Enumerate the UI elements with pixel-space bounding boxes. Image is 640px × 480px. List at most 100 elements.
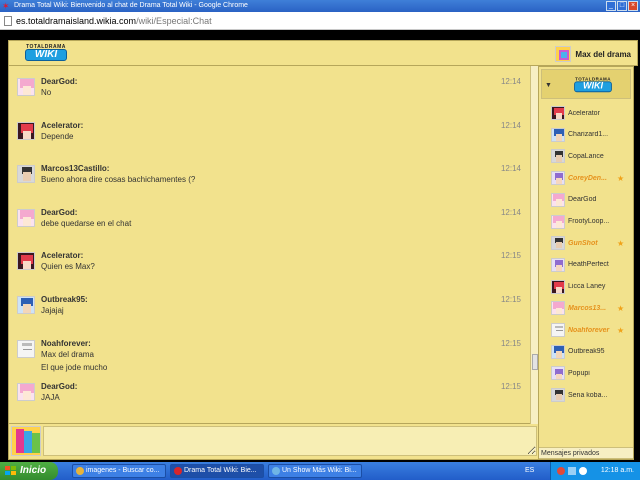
task-app-icon (76, 467, 84, 475)
staff-star-icon: ★ (617, 325, 625, 335)
generic (551, 171, 565, 186)
message-author[interactable]: Noahforever: (41, 339, 91, 348)
task-app-icon (174, 467, 182, 475)
user-name: GunShot (568, 239, 598, 247)
message-author[interactable]: Marcos13Castillo: (41, 164, 109, 173)
message-timestamp: 12:15 (500, 382, 521, 392)
message-timestamp: 12:15 (500, 251, 521, 261)
self-avatar (11, 426, 41, 456)
tray-volume-icon[interactable] (579, 467, 587, 475)
window-controls: _ □ × (606, 1, 638, 11)
sketch-avatar (17, 339, 35, 358)
taskbar-task[interactable]: Un Show Más Wiki: Bi... (268, 464, 362, 478)
user-name: Acelerator (568, 109, 600, 117)
message-text: No (41, 88, 52, 97)
user-list-item[interactable]: Sena koba... (551, 385, 633, 405)
message-text: El que jode mucho (41, 362, 108, 372)
user-name: FrootyLoop... (568, 218, 610, 225)
red-avatar (17, 252, 35, 271)
user-list-item[interactable]: HeathPerfect (551, 255, 633, 275)
current-user-name: Max del drama (575, 49, 631, 59)
red-avatar (551, 106, 565, 120)
message-scrollbar[interactable] (530, 66, 538, 424)
message-author[interactable]: Acelerator: (41, 251, 83, 260)
tray-shield-icon[interactable] (557, 467, 565, 475)
message-text: JAJA (41, 393, 60, 403)
user-list-item[interactable]: Outbreak95 (551, 342, 633, 362)
user-list-item[interactable]: Popupi (551, 363, 633, 383)
task-app-icon (272, 467, 280, 475)
wiki-logo[interactable]: TOTALDRAMA WIKI (19, 44, 73, 62)
windows-logo-icon (5, 466, 16, 476)
chrome-app-icon: ✶ (2, 1, 10, 11)
user-name: Sena koba... (568, 391, 608, 399)
user-name: Marcos13... (568, 304, 607, 312)
chat-header: TOTALDRAMA WIKI Max del drama (8, 40, 638, 66)
user-list-item[interactable]: CopaLance (551, 146, 633, 166)
pink-haired-avatar (551, 214, 565, 229)
chat-message: DearGod: No 12:14 (9, 70, 521, 110)
chat-message: Acelerator: Quien es Max? 12:15 (9, 244, 521, 284)
chat-message: DearGod: JAJA 12:15 (9, 375, 521, 415)
user-name: Charizard1... (568, 131, 609, 139)
chat-message: Marcos13Castillo: Bueno ahora dire cosas … (9, 157, 521, 197)
task-label: imagenes - Buscar co... (86, 467, 160, 474)
user-name: Noahforever (568, 326, 610, 334)
message-timestamp: 12:14 (500, 164, 521, 174)
message-timestamp: 12:15 (500, 338, 521, 348)
sketch-avatar (551, 323, 565, 337)
user-list-item[interactable]: FrootyLoop... (551, 212, 633, 232)
tray-network-icon[interactable] (568, 467, 576, 475)
pink-haired-avatar (17, 208, 35, 227)
user-name: HeathPerfect (568, 261, 609, 269)
user-list-item[interactable]: CoreyDen... ★ (551, 168, 633, 188)
room-header[interactable]: ▼ TOTALDRAMA WIKI (541, 69, 631, 99)
task-label: Drama Total Wiki: Bie... (184, 467, 257, 474)
chat-message: DearGod: debe quedarse en el chat 12:14 (9, 201, 521, 241)
user-list-item[interactable]: Acelerator (551, 103, 633, 123)
collapse-arrow-icon[interactable]: ▼ (545, 82, 552, 89)
message-list[interactable]: DearGod: No 12:14 Acelerator: Depende 12:14 Ma… (8, 66, 530, 424)
user-name: Popupi (568, 369, 590, 377)
message-input[interactable] (43, 426, 537, 456)
message-author[interactable]: DearGod: (41, 382, 77, 391)
user-list-item[interactable]: Licca Laney (551, 277, 633, 297)
user-list-item[interactable]: Charizard1... (551, 125, 633, 145)
message-text: Quien es Max? (41, 262, 95, 272)
message-timestamp: 12:14 (500, 207, 521, 217)
message-timestamp: 12:14 (500, 77, 521, 86)
user-list: ▼ TOTALDRAMA WIKI Mensajes privados Acel… (538, 66, 634, 460)
user-list-item[interactable]: Noahforever ★ (551, 320, 633, 340)
pink-haired-avatar (17, 383, 35, 402)
taskbar: Inicio imagenes - Buscar co... Drama Tota… (0, 462, 640, 480)
private-messages-header: Mensajes privados (539, 447, 633, 459)
user-list-item[interactable]: DearGod (551, 190, 633, 210)
blue-avatar (17, 296, 35, 314)
message-timestamp: 12:14 (500, 120, 521, 130)
pink-haired-avatar (551, 192, 565, 207)
taskbar-task[interactable]: imagenes - Buscar co... (72, 464, 166, 478)
message-author[interactable]: DearGod: (41, 77, 77, 86)
message-author[interactable]: Outbreak95: (41, 295, 88, 304)
message-author[interactable]: Acelerator: (41, 121, 83, 130)
user-list-item[interactable]: Marcos13... ★ (551, 298, 633, 318)
taskbar-task[interactable]: Drama Total Wiki: Bie... (170, 464, 264, 478)
pink-haired-avatar (17, 78, 35, 96)
message-text: debe quedarse en el chat (41, 218, 132, 228)
address-bar[interactable]: es.totaldramaisland.wikia.com/wiki/Espec… (0, 12, 640, 30)
maximize-button[interactable]: □ (617, 1, 627, 11)
message-text: Bueno ahora dire cosas bachichamentes (? (41, 175, 196, 185)
user-list-item[interactable]: GunShot ★ (551, 233, 633, 253)
url-host: es.totaldramaisland.wikia.com (16, 16, 137, 26)
staff-star-icon: ★ (617, 303, 625, 313)
message-author[interactable]: DearGod: (41, 208, 77, 217)
close-button[interactable]: × (628, 1, 638, 11)
logo-main-text: WIKI (25, 49, 67, 61)
generic (551, 366, 565, 381)
staff-star-icon: ★ (617, 173, 625, 183)
start-button[interactable]: Inicio (0, 462, 58, 480)
minimize-button[interactable]: _ (606, 1, 616, 11)
current-user[interactable]: Max del drama (555, 45, 631, 63)
message-text: Jajajaj (41, 306, 64, 315)
language-indicator[interactable]: ES (525, 462, 534, 480)
